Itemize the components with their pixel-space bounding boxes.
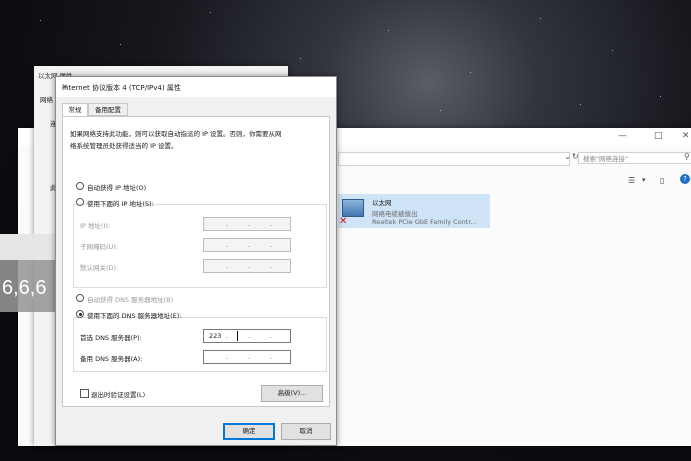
dns-manual-radio[interactable] bbox=[76, 310, 84, 318]
subnet-mask-field[interactable]: ... bbox=[203, 238, 291, 252]
general-tab-panel: 如果网络支持此功能，则可以获取自动指派的 IP 设置。否则，你需要从网 络系统管… bbox=[62, 116, 330, 407]
dns-manual-label: 使用下面的 DNS 服务器地址(E): bbox=[87, 312, 182, 320]
overlay-caption: 6,6,6 bbox=[2, 277, 47, 299]
default-gateway-label: 默认网关(D): bbox=[80, 264, 119, 272]
preview-pane-icon[interactable]: ▯ bbox=[660, 176, 664, 185]
search-input[interactable]: 搜索"网络连接" bbox=[578, 152, 691, 164]
adapter-status: 网络电缆被拔出 bbox=[372, 210, 418, 218]
alternate-dns-label: 备用 DNS 服务器(A): bbox=[80, 355, 143, 363]
validate-on-exit-checkbox[interactable] bbox=[80, 389, 89, 398]
ethernet-adapter-item[interactable]: ✕ 以太网 网络电缆被拔出 Realtek PCIe GbE Family Co… bbox=[338, 194, 490, 228]
description-line-2: 络系统管理员处获得适当的 IP 设置。 bbox=[70, 142, 178, 150]
cancel-button[interactable]: 取消 bbox=[281, 423, 331, 440]
validate-on-exit-label: 退出时验证设置(L) bbox=[91, 391, 146, 399]
dialog-titlebar: Internet 协议版本 4 (TCP/IPv4) 属性 ✕ bbox=[56, 77, 336, 97]
chevron-down-icon[interactable]: ▾ bbox=[642, 176, 646, 184]
ipv4-properties-dialog: Internet 协议版本 4 (TCP/IPv4) 属性 ✕ 常规 备用配置 … bbox=[55, 76, 337, 446]
address-bar[interactable]: ⌄ bbox=[338, 152, 571, 166]
preferred-dns-field[interactable]: 223 ... bbox=[203, 329, 291, 343]
dropdown-icon[interactable]: ⌄ bbox=[564, 152, 571, 161]
tab-general[interactable]: 常规 bbox=[62, 103, 88, 117]
ip-auto-radio[interactable] bbox=[76, 182, 84, 190]
preferred-dns-value: 223 bbox=[209, 332, 222, 340]
network-adapter-icon bbox=[342, 199, 364, 217]
close-icon[interactable]: ✕ bbox=[682, 131, 690, 141]
maximize-icon[interactable]: □ bbox=[654, 131, 663, 141]
subnet-mask-label: 子网掩码(U): bbox=[80, 243, 119, 251]
preferred-dns-label: 首选 DNS 服务器(P): bbox=[80, 334, 142, 342]
default-gateway-field[interactable]: ... bbox=[203, 259, 291, 273]
text-cursor bbox=[237, 331, 238, 341]
view-options-icon[interactable]: ☰ bbox=[628, 176, 635, 185]
ip-manual-radio[interactable] bbox=[76, 198, 84, 206]
network-tab[interactable]: 网络 bbox=[40, 94, 53, 104]
ok-button[interactable]: 确定 bbox=[223, 423, 275, 440]
search-icon[interactable]: ⚲ bbox=[684, 152, 690, 161]
minimize-icon[interactable]: — bbox=[618, 131, 627, 141]
dns-auto-label: 自动获得 DNS 服务器地址(B) bbox=[87, 296, 174, 304]
description-line-1: 如果网络支持此功能，则可以获取自动指派的 IP 设置。否则，你需要从网 bbox=[70, 130, 282, 138]
close-icon[interactable]: ✕ bbox=[62, 83, 328, 91]
disconnected-x-icon: ✕ bbox=[339, 216, 348, 227]
alternate-dns-field[interactable]: ... bbox=[203, 350, 291, 364]
ip-auto-label: 自动获得 IP 地址(O) bbox=[87, 184, 147, 192]
ip-address-field[interactable]: ... bbox=[203, 217, 291, 231]
ip-address-label: IP 地址(I): bbox=[80, 222, 111, 230]
adapter-name: 以太网 bbox=[372, 199, 392, 207]
advanced-button[interactable]: 高级(V)... bbox=[261, 385, 323, 402]
dns-auto-radio[interactable] bbox=[76, 294, 84, 302]
ip-manual-label: 使用下面的 IP 地址(S): bbox=[87, 200, 154, 208]
help-icon[interactable]: ? bbox=[680, 174, 690, 184]
overlay-top-block bbox=[0, 234, 60, 260]
adapter-device: Realtek PCIe GbE Family Contr... bbox=[372, 218, 477, 226]
tab-alternate-config[interactable]: 备用配置 bbox=[88, 103, 128, 116]
